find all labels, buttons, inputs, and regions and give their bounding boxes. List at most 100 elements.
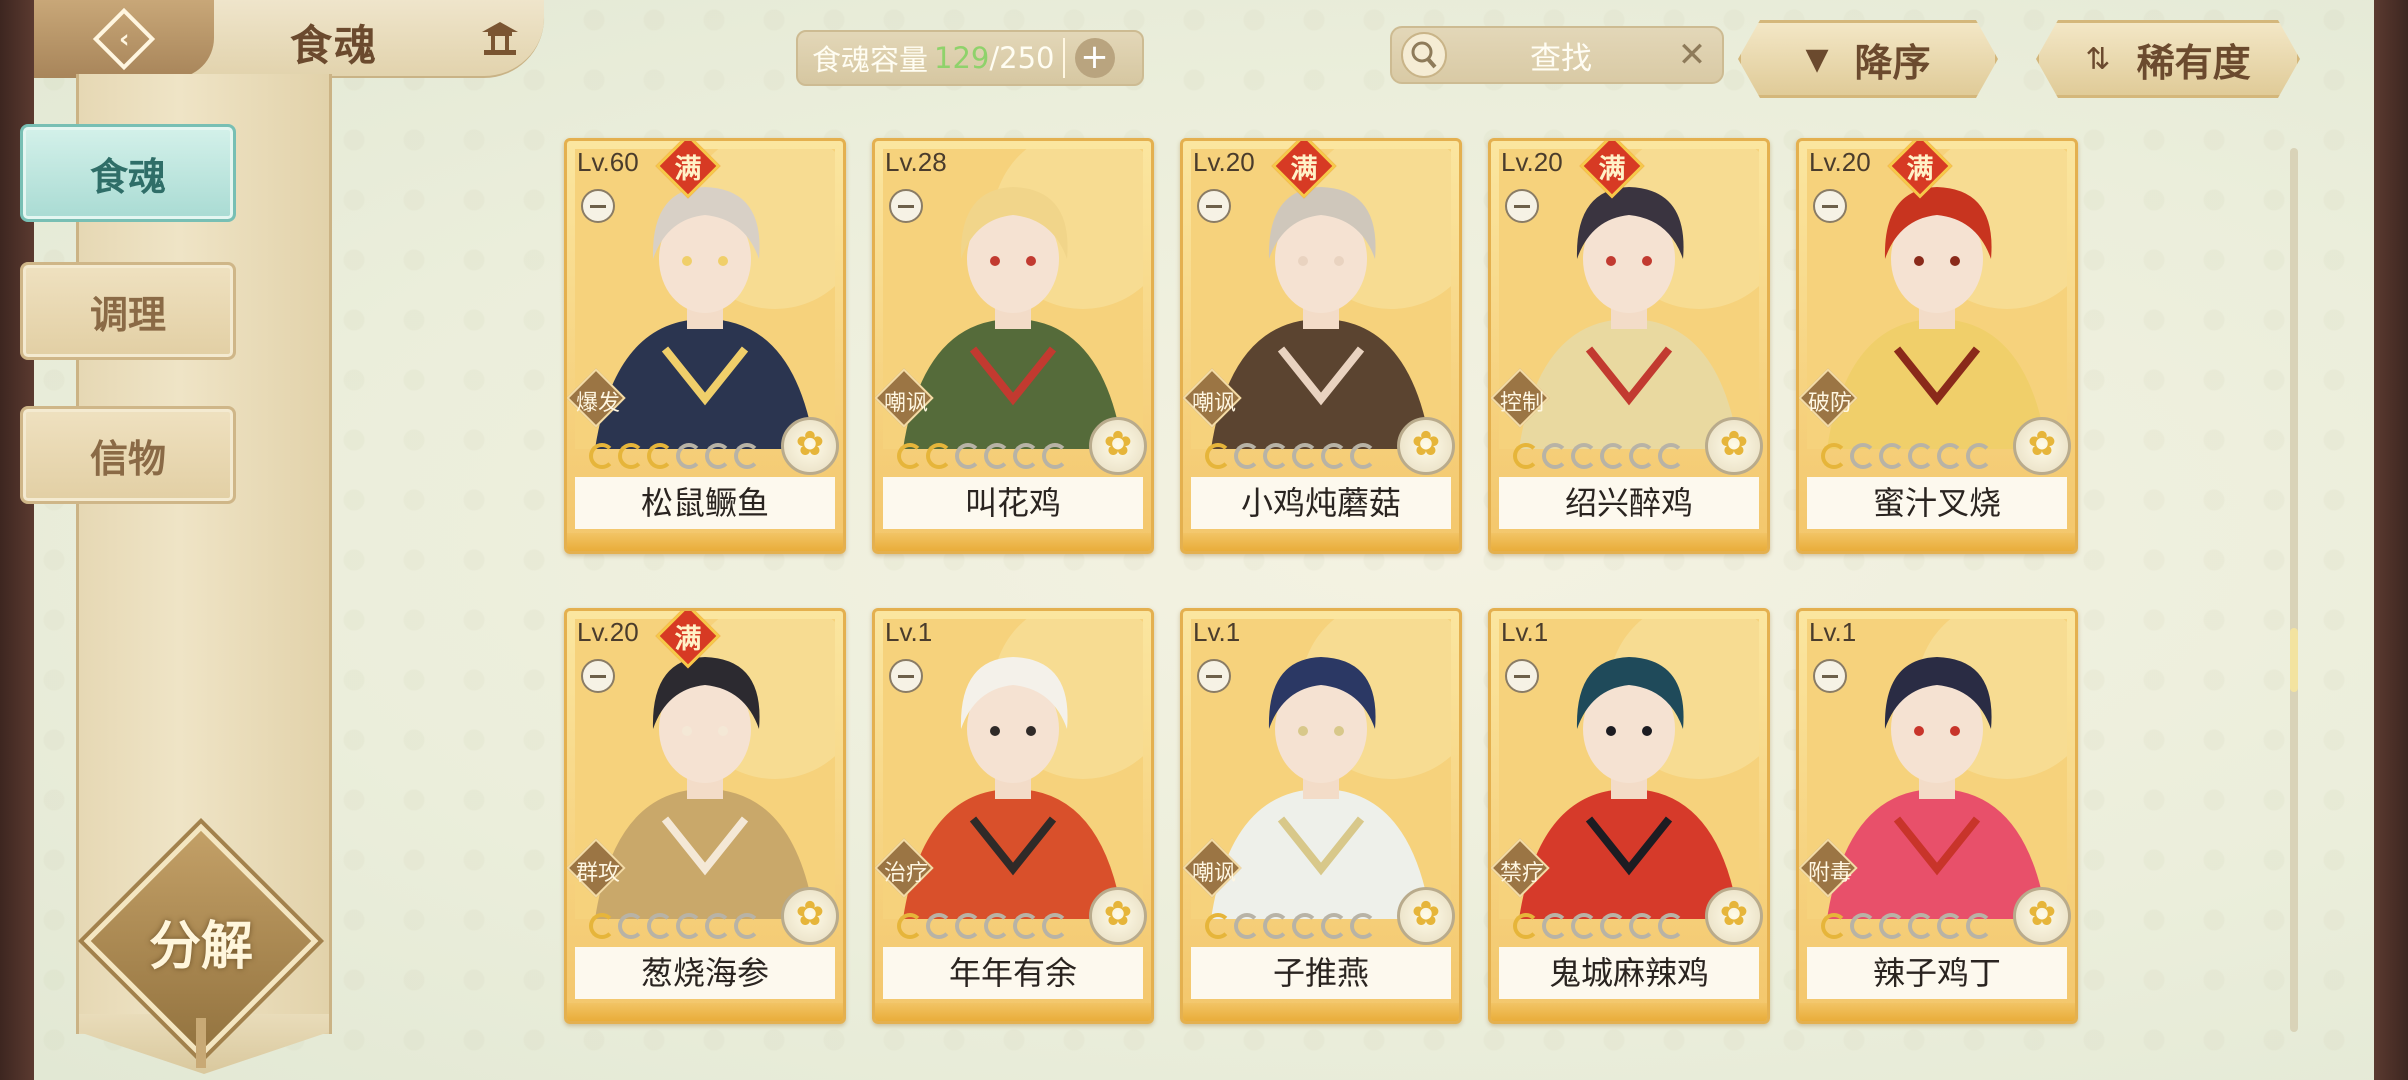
expand-capacity-button[interactable]: + [1074, 38, 1115, 78]
star-icon [1205, 913, 1231, 939]
star-icon [1571, 443, 1597, 469]
search-input[interactable]: 查找 [1450, 33, 1672, 78]
food-soul-card[interactable]: Lv.20 满嘲讽小鸡炖蘑菇 [1180, 138, 1462, 554]
food-soul-name: 绍兴醉鸡 [1499, 477, 1759, 529]
scrollbar[interactable] [2290, 148, 2298, 1032]
role-label: 嘲讽 [1191, 391, 1236, 416]
max-level-label: 满 [674, 154, 702, 185]
food-soul-card[interactable]: Lv.28 嘲讽叫花鸡 [872, 138, 1154, 554]
star-icon [1850, 443, 1876, 469]
swap-icon: ⇅ [2085, 41, 2111, 77]
tassel [196, 1018, 206, 1068]
decompose-label[interactable]: 分解 [118, 904, 284, 979]
star-icon [1658, 443, 1684, 469]
back-arrow-icon: ‹ [92, 7, 156, 71]
star-icon [589, 443, 615, 469]
star-icon [926, 913, 952, 939]
lock-icon[interactable] [1197, 659, 1231, 693]
star-rating [1513, 913, 1684, 943]
sidebar-item-label: 调理 [89, 291, 166, 337]
card-bottom-strip [875, 533, 1151, 551]
star-icon [647, 913, 673, 939]
food-soul-card[interactable]: Lv.20 满控制绍兴醉鸡 [1488, 138, 1770, 554]
rarity-flower-icon [1397, 887, 1455, 945]
lock-icon[interactable] [1813, 659, 1847, 693]
max-level-label: 满 [1290, 154, 1318, 185]
star-icon [589, 913, 615, 939]
lock-icon[interactable] [581, 189, 615, 223]
role-badge: 群攻 [567, 838, 629, 899]
level-label: Lv.1 [885, 617, 933, 647]
star-rating [1821, 443, 1992, 473]
back-button[interactable]: ‹ [34, 0, 214, 78]
role-badge: 控制 [1491, 368, 1553, 429]
food-soul-card[interactable]: Lv.20 满破防蜜汁叉烧 [1796, 138, 2078, 554]
food-soul-card[interactable]: Lv.1 治疗年年有余 [872, 608, 1154, 1024]
star-icon [618, 443, 644, 469]
food-soul-card[interactable]: Lv.60 满爆发松鼠鳜鱼 [564, 138, 846, 554]
level-label: Lv.20 [1193, 147, 1255, 177]
star-icon [1321, 443, 1347, 469]
scrollbar-thumb[interactable] [2290, 628, 2298, 692]
star-icon [1908, 913, 1934, 939]
food-soul-name: 葱烧海参 [575, 947, 835, 999]
sidebar-item-food-souls[interactable]: 食魂 [20, 124, 236, 222]
sort-by-button[interactable]: ⇅ 稀有度 [2036, 20, 2300, 98]
star-icon [734, 443, 760, 469]
lock-icon[interactable] [889, 659, 923, 693]
star-icon [1571, 913, 1597, 939]
food-soul-name: 鬼城麻辣鸡 [1499, 947, 1759, 999]
sidebar-item-tokens[interactable]: 信物 [20, 406, 236, 504]
star-icon [705, 913, 731, 939]
capacity-current: 129 [934, 41, 990, 75]
star-icon [1292, 913, 1318, 939]
rarity-flower-icon [1705, 887, 1763, 945]
lock-icon[interactable] [1505, 659, 1539, 693]
capacity-total: /250 [989, 41, 1055, 75]
max-level-label: 满 [1598, 154, 1626, 185]
lock-icon[interactable] [1505, 189, 1539, 223]
lock-icon[interactable] [889, 189, 923, 223]
star-icon [1542, 913, 1568, 939]
lock-icon[interactable] [581, 659, 615, 693]
role-badge: 嘲讽 [1183, 368, 1245, 429]
star-icon [984, 913, 1010, 939]
star-icon [1350, 443, 1376, 469]
food-soul-card[interactable]: Lv.1 附毒辣子鸡丁 [1796, 608, 2078, 1024]
star-rating [897, 913, 1068, 943]
rarity-flower-icon [1089, 417, 1147, 475]
star-icon [897, 913, 923, 939]
role-label: 破防 [1807, 391, 1852, 416]
food-soul-card[interactable]: Lv.20 满群攻葱烧海参 [564, 608, 846, 1024]
role-badge: 爆发 [567, 368, 629, 429]
search-icon [1401, 32, 1447, 78]
sidebar-item-label: 食魂 [89, 153, 166, 199]
sort-order-button[interactable]: ▼ 降序 [1738, 20, 1998, 98]
star-icon [1879, 913, 1905, 939]
star-icon [1263, 913, 1289, 939]
close-icon[interactable]: ✕ [1672, 35, 1712, 75]
rarity-flower-icon [1705, 417, 1763, 475]
card-bottom-strip [1799, 533, 2075, 551]
role-badge: 治疗 [875, 838, 937, 899]
pavilion-icon[interactable] [478, 18, 522, 58]
role-label: 嘲讽 [883, 391, 928, 416]
rarity-flower-icon [781, 887, 839, 945]
sidebar-item-cultivate[interactable]: 调理 [20, 262, 236, 360]
star-icon [1629, 443, 1655, 469]
lock-icon[interactable] [1197, 189, 1231, 223]
food-soul-card[interactable]: Lv.1 嘲讽子推燕 [1180, 608, 1462, 1024]
level-label: Lv.60 [577, 147, 639, 177]
food-soul-name: 叫花鸡 [883, 477, 1143, 529]
divider [1062, 38, 1065, 78]
rarity-flower-icon [781, 417, 839, 475]
star-icon [1966, 443, 1992, 469]
sort-order-label: 降序 [1854, 39, 1931, 85]
search-bar[interactable]: 查找 ✕ [1390, 26, 1724, 84]
food-soul-card[interactable]: Lv.1 禁疗鬼城麻辣鸡 [1488, 608, 1770, 1024]
lock-icon[interactable] [1813, 189, 1847, 223]
star-icon [1821, 913, 1847, 939]
star-icon [926, 443, 952, 469]
card-bottom-strip [567, 533, 843, 551]
star-rating [1205, 913, 1376, 943]
